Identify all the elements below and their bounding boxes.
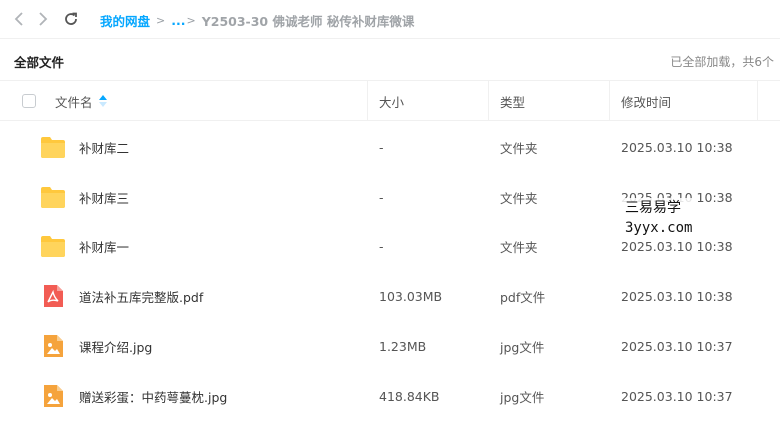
breadcrumb-current: Y2503-30 佛诚老师 秘传补财库微课	[201, 14, 415, 29]
table-row[interactable]: 道法补五库完整版.pdf 103.03MB pdf文件 2025.03.10 1…	[0, 271, 780, 321]
file-name[interactable]: 补财库三	[79, 172, 129, 222]
column-divider[interactable]	[609, 81, 610, 121]
file-size: -	[379, 189, 384, 205]
file-modified: 2025.03.10 10:37	[621, 338, 733, 354]
breadcrumb-separator-icon: >	[186, 14, 196, 27]
breadcrumb: 我的网盘 > ... > Y2503-30 佛诚老师 秘传补财库微课	[100, 11, 414, 30]
chevron-left-icon[interactable]	[10, 10, 28, 28]
breadcrumb-root-link[interactable]: 我的网盘	[100, 11, 150, 30]
file-type: 文件夹	[500, 190, 538, 206]
column-divider[interactable]	[488, 81, 489, 121]
sort-icon[interactable]	[98, 95, 107, 107]
divider	[0, 38, 780, 39]
image-file-icon	[40, 383, 66, 409]
file-name[interactable]: 课程介绍.jpg	[79, 321, 152, 371]
file-type: 文件夹	[500, 140, 538, 156]
file-type: 文件夹	[500, 239, 538, 255]
table-header: 文件名 大小 类型 修改时间	[0, 80, 780, 121]
file-type: jpg文件	[500, 389, 545, 405]
column-header-modified[interactable]: 修改时间	[621, 81, 671, 121]
folder-icon	[40, 233, 66, 259]
image-file-icon	[40, 333, 66, 359]
file-size: 418.84KB	[379, 388, 440, 404]
file-type: jpg文件	[500, 339, 545, 355]
file-size: 1.23MB	[379, 338, 427, 354]
column-header-size[interactable]: 大小	[379, 81, 404, 121]
file-size: -	[379, 139, 384, 155]
file-name[interactable]: 道法补五库完整版.pdf	[79, 271, 203, 321]
column-header-type[interactable]: 类型	[500, 81, 525, 121]
file-modified: 2025.03.10 10:38	[621, 139, 733, 155]
top-nav-bar: 我的网盘 > ... > Y2503-30 佛诚老师 秘传补财库微课	[0, 0, 780, 38]
pdf-file-icon	[40, 283, 66, 309]
file-name[interactable]: 赠送彩蛋：中药萼蔓枕.jpg	[79, 371, 227, 421]
folder-icon	[40, 134, 66, 160]
file-name[interactable]: 补财库一	[79, 221, 129, 271]
breadcrumb-separator-icon: >	[156, 14, 166, 27]
load-status-text: 已全部加载，共6个	[670, 55, 774, 69]
chevron-right-icon[interactable]	[34, 10, 52, 28]
file-size: -	[379, 238, 384, 254]
column-header-name-label: 文件名	[55, 94, 93, 110]
table-row[interactable]: 课程介绍.jpg 1.23MB jpg文件 2025.03.10 10:37	[0, 321, 780, 371]
file-size: 103.03MB	[379, 288, 443, 304]
watermark-line-1: 三易易学	[625, 200, 681, 216]
file-name[interactable]: 补财库二	[79, 122, 129, 172]
column-divider[interactable]	[757, 81, 758, 121]
table-row[interactable]: 补财库二 - 文件夹 2025.03.10 10:38	[0, 122, 780, 172]
folder-icon	[40, 184, 66, 210]
column-header-name[interactable]: 文件名	[55, 81, 107, 121]
column-divider[interactable]	[367, 81, 368, 121]
refresh-icon[interactable]	[62, 10, 80, 28]
breadcrumb-more-link[interactable]: ...	[171, 13, 185, 28]
watermark: 三易易学 3yyx.com	[621, 198, 697, 238]
table-row[interactable]: 赠送彩蛋：中药萼蔓枕.jpg 418.84KB jpg文件 2025.03.10…	[0, 371, 780, 421]
file-type: pdf文件	[500, 289, 546, 305]
page-title: 全部文件	[14, 55, 65, 70]
select-all-checkbox[interactable]	[22, 94, 36, 108]
watermark-line-2: 3yyx.com	[625, 220, 693, 236]
file-modified: 2025.03.10 10:38	[621, 288, 733, 304]
file-modified: 2025.03.10 10:37	[621, 388, 733, 404]
